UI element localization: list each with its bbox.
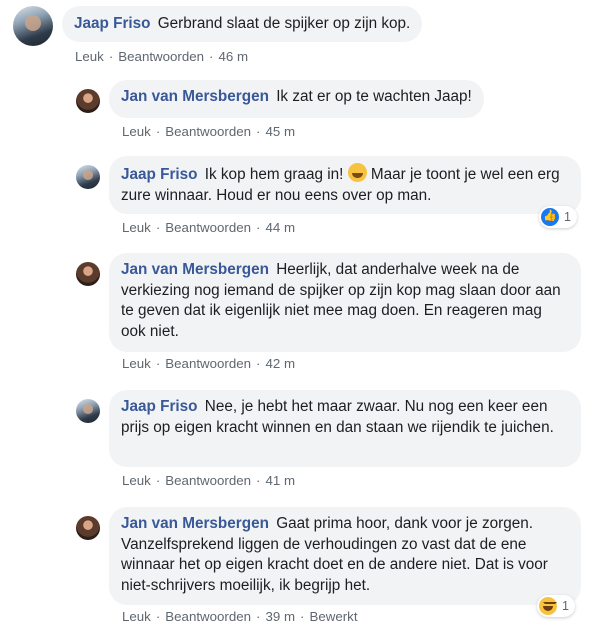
smiling-face-with-hearts-icon (347, 163, 367, 182)
comment-author[interactable]: Jan van Mersbergen (121, 88, 269, 105)
separator: · (256, 473, 261, 488)
comment-author[interactable]: Jan van Mersbergen (121, 261, 269, 278)
separator: · (209, 49, 214, 64)
comment-author[interactable]: Jaap Friso (121, 398, 198, 415)
comment-text: Ik kop hem graag in! (204, 166, 344, 183)
reaction-count-number: 1 (562, 599, 569, 613)
like-link[interactable]: Leuk (75, 49, 104, 64)
comment-actions: Leuk · Beantwoorden · 39 m · Bewerkt (122, 609, 358, 624)
comment-actions: Leuk · Beantwoorden · 45 m (122, 124, 295, 139)
avatar[interactable] (76, 399, 100, 423)
comment-author[interactable]: Jan van Mersbergen (121, 515, 269, 532)
separator: · (256, 609, 261, 624)
comment-text: Gerbrand slaat de spijker op zijn kop. (157, 15, 411, 32)
like-link[interactable]: Leuk (122, 356, 151, 371)
comment-time[interactable]: 39 m (265, 609, 295, 624)
comment-time[interactable]: 42 m (265, 356, 295, 371)
comment-actions: Leuk · Beantwoorden · 44 m (122, 220, 295, 235)
comment-bubble: Jaap Friso Gerbrand slaat de spijker op … (62, 6, 423, 42)
comment-time[interactable]: 45 m (265, 124, 295, 139)
comment-time[interactable]: 41 m (265, 473, 295, 488)
comment-bubble: Jaap Friso Ik kop hem graag in! Maar je … (109, 156, 581, 214)
reply-link[interactable]: Beantwoorden (165, 473, 251, 488)
reaction-count[interactable]: 1 (537, 595, 575, 617)
separator: · (108, 49, 114, 64)
like-reaction-icon (541, 208, 559, 226)
separator: · (256, 220, 261, 235)
comment-author[interactable]: Jaap Friso (121, 166, 198, 183)
reaction-count-number: 1 (564, 210, 571, 224)
separator: · (155, 124, 161, 139)
avatar[interactable] (76, 165, 100, 189)
comment-time[interactable]: 44 m (265, 220, 295, 235)
separator: · (256, 356, 261, 371)
avatar[interactable] (76, 516, 100, 540)
comment-actions: Leuk · Beantwoorden · 42 m (122, 356, 295, 371)
like-link[interactable]: Leuk (122, 609, 151, 624)
reply-link[interactable]: Beantwoorden (118, 49, 204, 64)
comment-bubble: Jan van Mersbergen Gaat prima hoor, dank… (109, 507, 581, 605)
separator: · (155, 356, 161, 371)
like-link[interactable]: Leuk (122, 124, 151, 139)
reply-link[interactable]: Beantwoorden (165, 609, 251, 624)
avatar[interactable] (13, 6, 53, 46)
comment-bubble: Jan van Mersbergen Ik zat er op te wacht… (109, 80, 484, 118)
like-link[interactable]: Leuk (122, 220, 151, 235)
separator: · (155, 473, 161, 488)
reply-link[interactable]: Beantwoorden (165, 356, 251, 371)
reaction-count[interactable]: 1 (539, 206, 577, 228)
like-link[interactable]: Leuk (122, 473, 151, 488)
separator: · (155, 220, 161, 235)
comment-actions: Leuk · Beantwoorden · 46 m (75, 49, 248, 64)
comment-bubble: Jan van Mersbergen Heerlijk, dat anderha… (109, 253, 581, 352)
comment-actions: Leuk · Beantwoorden · 41 m (122, 473, 295, 488)
reply-link[interactable]: Beantwoorden (165, 220, 251, 235)
comment-text: Ik zat er op te wachten Jaap! (276, 88, 472, 105)
haha-reaction-icon (539, 597, 557, 615)
separator: · (155, 609, 161, 624)
comment-author[interactable]: Jaap Friso (74, 15, 151, 32)
separator: · (256, 124, 261, 139)
reply-link[interactable]: Beantwoorden (165, 124, 251, 139)
comment-time[interactable]: 46 m (218, 49, 248, 64)
edited-label[interactable]: Bewerkt (309, 609, 357, 624)
separator: · (300, 609, 305, 624)
comment-bubble: Jaap Friso Nee, je hebt het maar zwaar. … (109, 390, 581, 467)
avatar[interactable] (76, 262, 100, 286)
avatar[interactable] (76, 89, 100, 113)
